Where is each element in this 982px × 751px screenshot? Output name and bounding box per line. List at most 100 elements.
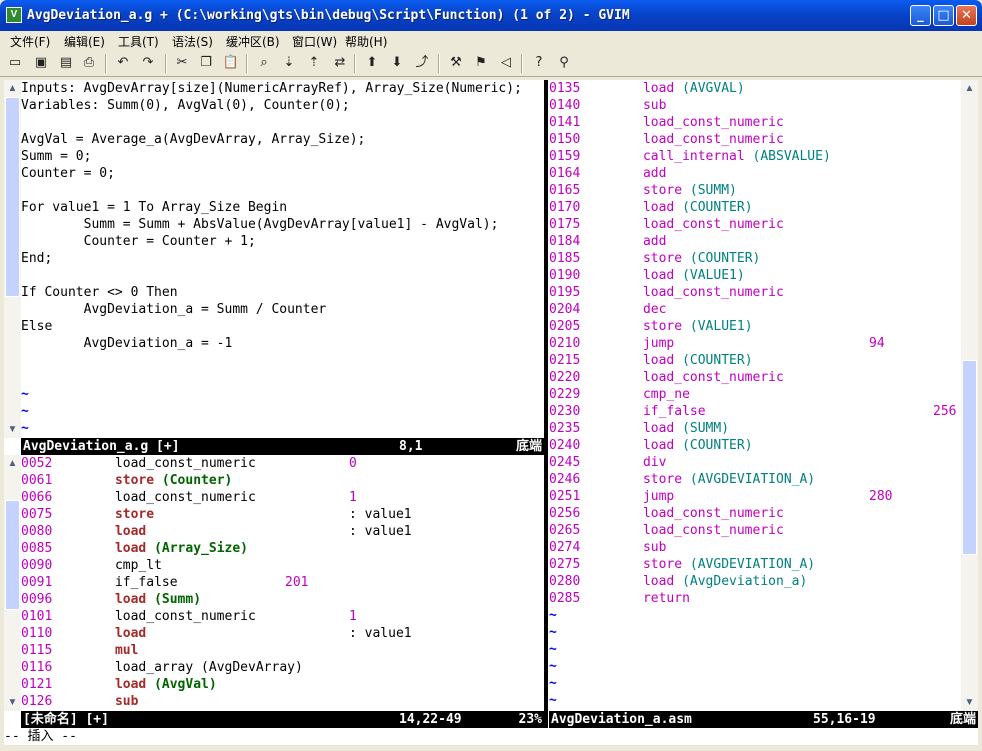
menu-item-6[interactable]: 帮助(H) [345, 33, 387, 50]
line-address: 0085 [21, 541, 53, 556]
menu-item-2[interactable]: 工具(T) [118, 33, 159, 50]
asm-line: 0275 store (AVGDEVIATION_A) [549, 556, 961, 573]
asm-line: 0220 load_const_numeric0 [549, 369, 961, 386]
opcode: load_array [114, 660, 194, 675]
save-icon[interactable]: ▣ [32, 54, 50, 72]
asm-line: 0141 load_const_numeric1 [549, 114, 961, 131]
undo-icon[interactable]: ↶ [114, 54, 132, 72]
operand: (COUNTER) [682, 200, 753, 215]
toolbar-separator [165, 54, 167, 73]
load-session-icon[interactable]: ⬆ [363, 54, 381, 72]
line-address: 0246 [549, 472, 581, 487]
asm-line: 0274 sub [549, 539, 961, 556]
find-next-icon[interactable]: ⇣ [280, 54, 298, 72]
bytecode-pane[interactable]: 0052 load_const_numeric 0 0061 store (Coun… [21, 455, 544, 711]
toolbar: ▭ ▣ ▤ ⎙ ↶ ↷ ✂ ❐ 📋 ⌕ ⇣ ⇡ ⇄ ⬆ ⬇ ⤴ ⚒ ⚑ ◁? ⚲ [0, 50, 982, 77]
opcode: store [642, 472, 683, 487]
line-address: 0265 [549, 523, 581, 538]
title-bar[interactable]: V AvgDeviation_a.g + (C:\working\gts\bin… [0, 0, 982, 31]
cut-icon[interactable]: ✂ [173, 54, 191, 72]
paste-icon[interactable]: 📋 [222, 54, 240, 72]
operand: (SUMM) [682, 421, 730, 436]
empty-line-tilde: ~ [549, 642, 557, 657]
run-ctags-icon[interactable]: ⚑ [472, 54, 490, 72]
menu-item-4[interactable]: 缓冲区(B) [226, 33, 280, 50]
scrollbar-thumb[interactable] [962, 360, 977, 555]
save-all-icon[interactable]: ▤ [57, 54, 75, 72]
scroll-up-arrow-icon[interactable]: ▲ [961, 80, 978, 97]
operand: (AVGDEVIATION_A) [689, 472, 816, 487]
toolbar-separator [246, 54, 248, 73]
run-script-icon[interactable]: ⤴ [413, 54, 431, 72]
scroll-up-arrow-icon[interactable]: ▲ [4, 80, 21, 97]
operand-value: 256 [933, 404, 957, 419]
scrollbar-thumb[interactable] [5, 500, 20, 610]
opcode: load_const_numeric [642, 285, 784, 300]
opcode: sub [114, 694, 139, 709]
menu-item-5[interactable]: 窗口(W) [292, 33, 337, 50]
opcode: sub [642, 98, 667, 113]
vertical-split-separator[interactable] [544, 80, 548, 728]
opcode: mul [114, 643, 139, 658]
operand: (VALUE1) [689, 319, 753, 334]
scroll-up-arrow-icon[interactable]: ▲ [4, 455, 21, 472]
line-address: 0190 [549, 268, 581, 283]
scroll-down-arrow-icon[interactable]: ▼ [961, 694, 978, 711]
redo-icon[interactable]: ↷ [139, 54, 157, 72]
asm-line: 0256 load_const_numeric1 [549, 505, 961, 522]
line-address: 0235 [549, 421, 581, 436]
operand-value: 1 [349, 490, 357, 505]
menu-item-0[interactable]: 文件(F) [10, 33, 50, 50]
find-icon[interactable]: ⌕ [255, 54, 273, 72]
menu-bar: 文件(F) 编辑(E) 工具(T) 语法(S) 缓冲区(B) 窗口(W) 帮助(H) [0, 31, 982, 50]
line-address: 0230 [549, 404, 581, 419]
line-address: 0175 [549, 217, 581, 232]
scroll-down-arrow-icon[interactable]: ▼ [4, 694, 21, 711]
maximize-button[interactable]: □ [933, 5, 954, 26]
asm-line: 0190 load (VALUE1) [549, 267, 961, 284]
scroll-down-arrow-icon[interactable]: ▼ [4, 421, 21, 438]
line-address: 0210 [549, 336, 581, 351]
save-session-icon[interactable]: ⬇ [388, 54, 406, 72]
tag-jump-icon[interactable]: ◁ [497, 54, 515, 72]
opcode: load_const_numeric [642, 370, 784, 385]
replace-icon[interactable]: ⇄ [331, 54, 349, 72]
help-icon[interactable]: ? [530, 54, 548, 72]
opcode: load [114, 524, 147, 539]
close-button[interactable]: ✕ [956, 5, 977, 26]
status-cursor-pos: 8,1 [399, 439, 423, 454]
minimize-button[interactable]: _ [910, 5, 931, 26]
status-line-bytecode: [未命名] [+] 14,22-49 23% [21, 711, 544, 728]
left-top-scrollbar[interactable]: ▲ ▼ [4, 80, 21, 438]
menu-item-1[interactable]: 编辑(E) [64, 33, 105, 50]
menu-item-3[interactable]: 语法(S) [172, 33, 213, 50]
source-line: AvgDeviation_a = Summ / Counter [21, 302, 327, 317]
opcode: store [114, 473, 155, 488]
operand-value: 1 [349, 609, 357, 624]
make-icon[interactable]: ⚒ [447, 54, 465, 72]
line-address: 0274 [549, 540, 581, 555]
opcode: dec [642, 302, 667, 317]
bytecode-line: 0085 load (Array_Size) [21, 540, 544, 557]
copy-icon[interactable]: ❐ [197, 54, 215, 72]
line-address: 0185 [549, 251, 581, 266]
scrollbar-thumb[interactable] [5, 97, 20, 297]
left-bottom-scrollbar[interactable]: ▲ ▼ [4, 455, 21, 711]
right-scrollbar[interactable]: ▲ ▼ [961, 80, 978, 711]
asm-pane[interactable]: 0135 load (AVGVAL) 0140 sub 0141 load_cons… [549, 80, 961, 711]
find-help-icon[interactable]: ⚲ [555, 54, 573, 72]
asm-line: 0205 store (VALUE1) [549, 318, 961, 335]
status-filename: [未命名] [+] [23, 712, 109, 727]
line-address: 0075 [21, 507, 53, 522]
source-pane[interactable]: Inputs: AvgDevArray[size](NumericArrayRe… [21, 80, 544, 438]
asm-line: 0175 load_const_numeric1 [549, 216, 961, 233]
asm-line: 0230 if_false 256 [549, 403, 961, 420]
bytecode-line: 0116 load_array (AvgDevArray) [21, 659, 544, 676]
command-line[interactable]: -- 插入 -- [4, 728, 978, 745]
find-prev-icon[interactable]: ⇡ [305, 54, 323, 72]
line-address: 0101 [21, 609, 53, 624]
operand: (Array_Size) [154, 541, 248, 556]
open-icon[interactable]: ▭ [6, 54, 24, 72]
print-icon[interactable]: ⎙ [80, 54, 98, 72]
status-line-source: AvgDeviation_a.g [+] 8,1 底端 [21, 438, 544, 455]
